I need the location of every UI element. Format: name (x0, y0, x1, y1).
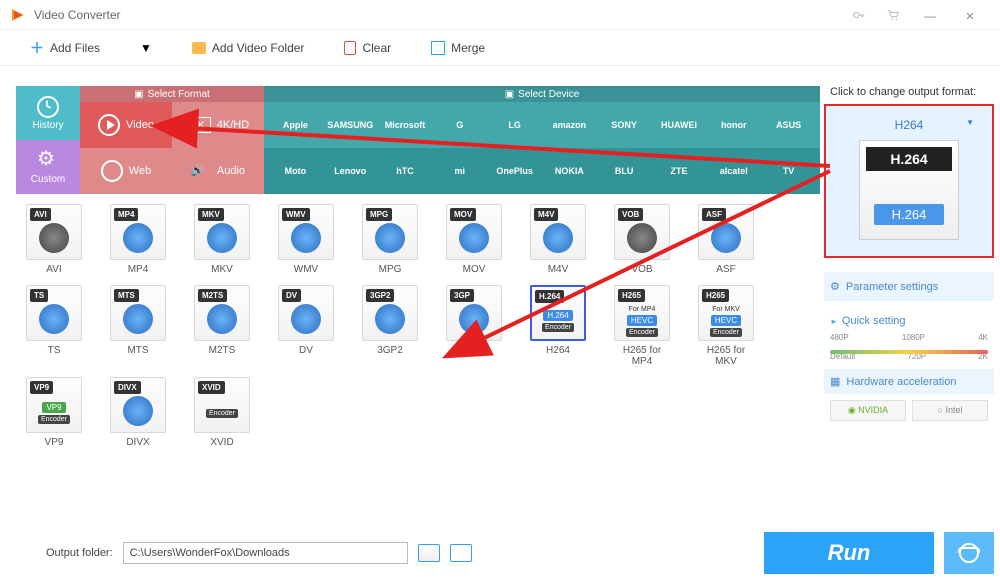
browse-folder-icon[interactable] (418, 544, 440, 562)
right-panel: Click to change output format: H264 H.26… (824, 86, 994, 524)
category-web[interactable]: Web (80, 148, 172, 194)
format-vp9[interactable]: VP9VP9EncoderVP9 (26, 377, 82, 448)
brand-blu[interactable]: BLU (597, 166, 652, 176)
add-files-dropdown-icon[interactable]: ▼ (140, 41, 152, 55)
format-mpg[interactable]: MPGMPG (362, 204, 418, 275)
format-3gp2[interactable]: 3GP23GP2 (362, 285, 418, 367)
format-avi[interactable]: AVIAVI (26, 204, 82, 275)
sliders-icon: ⚙ (830, 280, 840, 293)
brand-sony[interactable]: SONY (597, 120, 652, 130)
format-divx[interactable]: DIVXDIVX (110, 377, 166, 448)
hardware-acceleration-button[interactable]: ▦Hardware acceleration (824, 369, 994, 394)
format-ts[interactable]: TSTS (26, 285, 82, 367)
merge-icon (431, 41, 445, 55)
brand-huawei[interactable]: HUAWEI (652, 120, 707, 130)
format-mkv[interactable]: MKVMKV (194, 204, 250, 275)
quality-slider[interactable]: 480P1080P4K Default720P2K (830, 333, 988, 359)
brand-honor[interactable]: honor (706, 120, 761, 130)
format-m4v[interactable]: M4VM4V (530, 204, 586, 275)
output-folder-label: Output folder: (46, 547, 113, 559)
quick-setting-section: Quick setting 480P1080P4K Default720P2K (824, 309, 994, 365)
brand-mi[interactable]: mi (432, 166, 487, 176)
main-area: ▣ Select Format ▣ Select Device Video 4K… (16, 86, 820, 524)
output-format-preview: H.264 H.264 (859, 140, 959, 240)
format-mts[interactable]: MTSMTS (110, 285, 166, 367)
parameter-settings-button[interactable]: ⚙Parameter settings (824, 272, 994, 301)
brand-amazon[interactable]: amazon (542, 120, 597, 130)
brand-alcatel[interactable]: alcatel (706, 166, 761, 176)
output-format-box[interactable]: H264 H.264 H.264 (824, 104, 994, 258)
brand-samsung[interactable]: SAMSUNG (323, 120, 378, 130)
brand-htc[interactable]: hTC (378, 166, 433, 176)
category-video[interactable]: Video (80, 102, 172, 148)
brand-tv[interactable]: TV (761, 166, 816, 176)
open-folder-icon[interactable] (450, 544, 472, 562)
format-h265-for-mp4[interactable]: H265For MP4HEVCEncoderH265 for MP4 (614, 285, 670, 367)
output-folder-input[interactable] (123, 542, 409, 564)
app-logo-icon (10, 7, 26, 23)
format-mp4[interactable]: MP4MP4 (110, 204, 166, 275)
brand-g[interactable]: G (432, 120, 487, 130)
add-files-button[interactable]: ＋Add Files (30, 38, 100, 58)
cart-icon[interactable] (886, 8, 900, 22)
format-dv[interactable]: DVDV (278, 285, 334, 367)
chip-icon: ▦ (830, 375, 840, 388)
format-3gp[interactable]: 3GP3GP (446, 285, 502, 367)
speaker-icon: 🔊 (191, 164, 211, 178)
clear-button[interactable]: Clear (344, 41, 391, 55)
format-vob[interactable]: VOBVOB (614, 204, 670, 275)
brand-oneplus[interactable]: OnePlus (487, 166, 542, 176)
format-wmv[interactable]: WMVWMV (278, 204, 334, 275)
quick-setting-label: Quick setting (830, 315, 988, 327)
alarm-icon (959, 543, 979, 563)
brand-zte[interactable]: ZTE (652, 166, 707, 176)
brand-lenovo[interactable]: Lenovo (323, 166, 378, 176)
select-format-header: ▣ Select Format (80, 86, 264, 102)
merge-button[interactable]: Merge (431, 41, 485, 55)
key-icon[interactable] (852, 8, 866, 22)
brand-moto[interactable]: Moto (268, 166, 323, 176)
brand-microsoft[interactable]: Microsoft (378, 120, 433, 130)
folder-icon (192, 42, 206, 54)
device-brand-row-1: AppleSAMSUNGMicrosoftGLGamazonSONYHUAWEI… (264, 102, 820, 148)
brand-asus[interactable]: ASUS (761, 120, 816, 130)
category-4khd[interactable]: 4K4K/HD (172, 102, 264, 148)
window-close[interactable] (950, 7, 990, 23)
format-asf[interactable]: ASFASF (698, 204, 754, 275)
nvidia-chip[interactable]: ◉ NVIDIA (830, 400, 906, 421)
format-xvid[interactable]: XVIDEncoderXVID (194, 377, 250, 448)
format-grid: AVIAVI MP4MP4 MKVMKV WMVWMV MPGMPG MOVMOV M4VM… (16, 194, 820, 458)
globe-icon (101, 160, 123, 182)
format-h265-for-mkv[interactable]: H265For MKVHEVCEncoderH265 for MKV (698, 285, 754, 367)
category-audio[interactable]: 🔊Audio (172, 148, 264, 194)
trash-icon (344, 41, 356, 55)
schedule-button[interactable] (944, 532, 994, 574)
output-format-title: Click to change output format: (824, 86, 994, 98)
bottom-bar: Output folder: Run (16, 532, 994, 574)
main-toolbar: ＋Add Files ▼ Add Video Folder Clear Merg… (0, 30, 1000, 66)
titlebar: Video Converter (0, 0, 1000, 30)
play-icon (98, 114, 120, 136)
add-folder-button[interactable]: Add Video Folder (192, 41, 305, 55)
format-m2ts[interactable]: M2TSM2TS (194, 285, 250, 367)
format-mov[interactable]: MOVMOV (446, 204, 502, 275)
select-device-header: ▣ Select Device (264, 86, 820, 102)
brand-apple[interactable]: Apple (268, 120, 323, 130)
run-button[interactable]: Run (764, 532, 934, 574)
window-minimize[interactable] (910, 7, 950, 23)
brand-lg[interactable]: LG (487, 120, 542, 130)
4k-icon: 4K (187, 117, 211, 133)
device-brand-row-2: MotoLenovohTCmiOnePlusNOKIABLUZTEalcatel… (264, 148, 820, 194)
intel-chip[interactable]: ○ Intel (912, 400, 988, 421)
brand-nokia[interactable]: NOKIA (542, 166, 597, 176)
window-title: Video Converter (34, 8, 842, 22)
output-format-dropdown[interactable]: H264 (834, 114, 984, 140)
format-h264[interactable]: H.264H.264EncoderH264 (530, 285, 586, 367)
